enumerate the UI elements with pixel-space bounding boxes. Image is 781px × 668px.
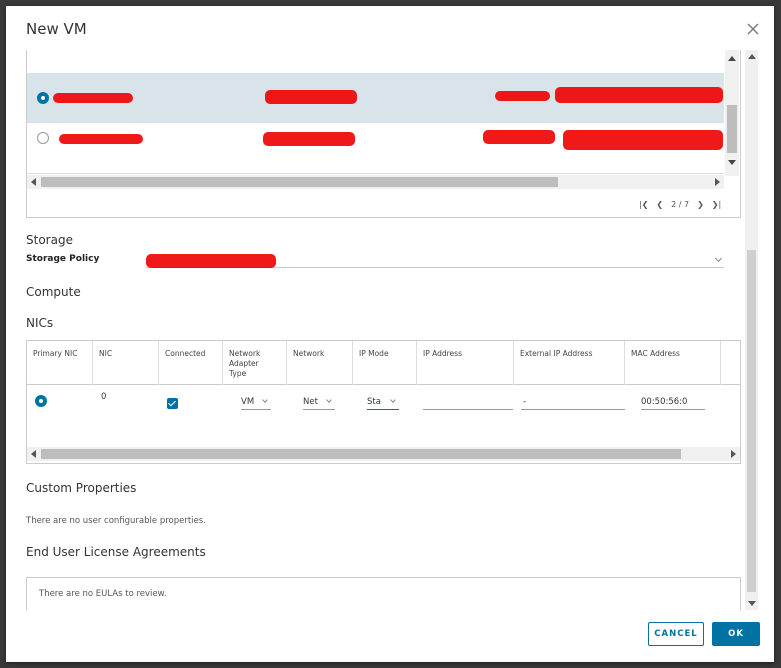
scroll-left-arrow[interactable] bbox=[31, 450, 36, 458]
eula-title: End User License Agreements bbox=[26, 545, 206, 559]
storage-policy-label: Storage Policy bbox=[26, 254, 100, 264]
redaction-mark bbox=[146, 254, 276, 268]
nics-horizontal-scrollbar[interactable] bbox=[27, 447, 740, 461]
ip-mode-select[interactable]: Sta bbox=[367, 396, 399, 410]
primary-nic-radio[interactable] bbox=[35, 395, 47, 407]
scroll-left-arrow[interactable] bbox=[31, 178, 36, 186]
connected-checkbox[interactable] bbox=[167, 398, 178, 409]
redaction-mark bbox=[263, 132, 355, 146]
dialog-vertical-scrollbar[interactable] bbox=[745, 50, 758, 610]
table-row: 0 VM Net Sta - 00:50:56:0 bbox=[27, 386, 740, 436]
ok-button[interactable]: OK bbox=[712, 622, 760, 646]
col-adapter-type: Network Adapter Type bbox=[223, 341, 287, 385]
redaction-mark bbox=[59, 134, 143, 144]
dialog-body: |❮ ❮ 2 / 7 ❯ ❯| Storage Storage Policy C… bbox=[24, 50, 764, 610]
nics-table-header: Primary NIC NIC Connected Network Adapte… bbox=[27, 341, 740, 385]
chevron-down-icon bbox=[714, 254, 723, 263]
nics-table: Primary NIC NIC Connected Network Adapte… bbox=[26, 340, 741, 464]
redaction-mark bbox=[483, 130, 555, 144]
col-ip-mode: IP Mode bbox=[353, 341, 417, 385]
chevron-down-icon bbox=[262, 397, 268, 403]
scroll-thumb[interactable] bbox=[41, 449, 681, 459]
scroll-right-arrow[interactable] bbox=[731, 450, 736, 458]
dialog-title: New VM bbox=[26, 20, 87, 38]
scroll-up-arrow[interactable] bbox=[728, 56, 736, 61]
mac-address-select[interactable]: 00:50:56:0 bbox=[641, 396, 705, 410]
cancel-button[interactable]: CANCEL bbox=[648, 622, 704, 646]
last-page-icon[interactable]: ❯| bbox=[712, 200, 721, 209]
image-row[interactable] bbox=[27, 124, 724, 174]
chevron-down-icon bbox=[390, 397, 396, 403]
page-indicator: 2 / 7 bbox=[671, 199, 690, 209]
nics-title: NICs bbox=[26, 316, 54, 330]
network-value: Net bbox=[303, 397, 318, 407]
compute-title: Compute bbox=[26, 285, 81, 299]
external-ip-input[interactable]: - bbox=[521, 396, 625, 410]
pagination: |❮ ❮ 2 / 7 ❯ ❯| bbox=[639, 197, 721, 211]
external-ip-value: - bbox=[523, 397, 527, 407]
adapter-type-select[interactable]: VM bbox=[241, 396, 271, 410]
redaction-mark bbox=[265, 90, 357, 104]
redaction-mark bbox=[53, 93, 133, 103]
grid-horizontal-scrollbar[interactable] bbox=[27, 175, 724, 189]
first-page-icon[interactable]: |❮ bbox=[639, 200, 648, 209]
scroll-up-arrow[interactable] bbox=[748, 54, 756, 59]
redaction-mark bbox=[495, 91, 550, 101]
ip-mode-value: Sta bbox=[367, 397, 381, 407]
image-grid: |❮ ❮ 2 / 7 ❯ ❯| bbox=[26, 50, 741, 218]
eula-box: There are no EULAs to review. bbox=[26, 577, 741, 610]
redaction-mark bbox=[555, 87, 723, 103]
eula-empty: There are no EULAs to review. bbox=[39, 589, 167, 599]
scroll-thumb[interactable] bbox=[727, 105, 737, 153]
col-mac-address: MAC Address bbox=[625, 341, 721, 385]
col-network: Network bbox=[287, 341, 353, 385]
col-external-ip: External IP Address bbox=[514, 341, 625, 385]
scroll-right-arrow[interactable] bbox=[715, 178, 720, 186]
custom-properties-title: Custom Properties bbox=[26, 481, 137, 495]
col-connected: Connected bbox=[159, 341, 223, 385]
nic-index: 0 bbox=[101, 392, 107, 402]
scroll-down-arrow[interactable] bbox=[728, 160, 736, 165]
ip-address-input[interactable] bbox=[423, 396, 513, 410]
redaction-mark bbox=[563, 130, 723, 150]
custom-properties-empty: There are no user configurable propertie… bbox=[26, 516, 206, 526]
col-ip-address: IP Address bbox=[417, 341, 514, 385]
scroll-down-arrow[interactable] bbox=[748, 601, 756, 606]
image-row-radio[interactable] bbox=[37, 132, 49, 144]
adapter-type-value: VM bbox=[241, 397, 255, 407]
network-select[interactable]: Net bbox=[303, 396, 335, 410]
storage-policy-select[interactable] bbox=[146, 254, 724, 268]
mac-address-value: 00:50:56:0 bbox=[641, 397, 688, 407]
grid-vertical-scrollbar[interactable] bbox=[725, 50, 739, 176]
image-row[interactable] bbox=[27, 73, 724, 123]
scroll-thumb[interactable] bbox=[747, 250, 756, 592]
scroll-thumb[interactable] bbox=[41, 177, 558, 187]
col-nic: NIC bbox=[93, 341, 159, 385]
prev-page-icon[interactable]: ❮ bbox=[656, 200, 663, 209]
storage-title: Storage bbox=[26, 233, 73, 247]
new-vm-dialog: New VM |❮ ❮ 2 / 7 ❯ ❯| Storage Storage P… bbox=[6, 6, 774, 662]
chevron-down-icon bbox=[326, 397, 332, 403]
close-icon[interactable] bbox=[746, 22, 760, 36]
image-row-radio[interactable] bbox=[37, 92, 49, 104]
next-page-icon[interactable]: ❯ bbox=[697, 200, 704, 209]
col-primary-nic: Primary NIC bbox=[27, 341, 93, 385]
